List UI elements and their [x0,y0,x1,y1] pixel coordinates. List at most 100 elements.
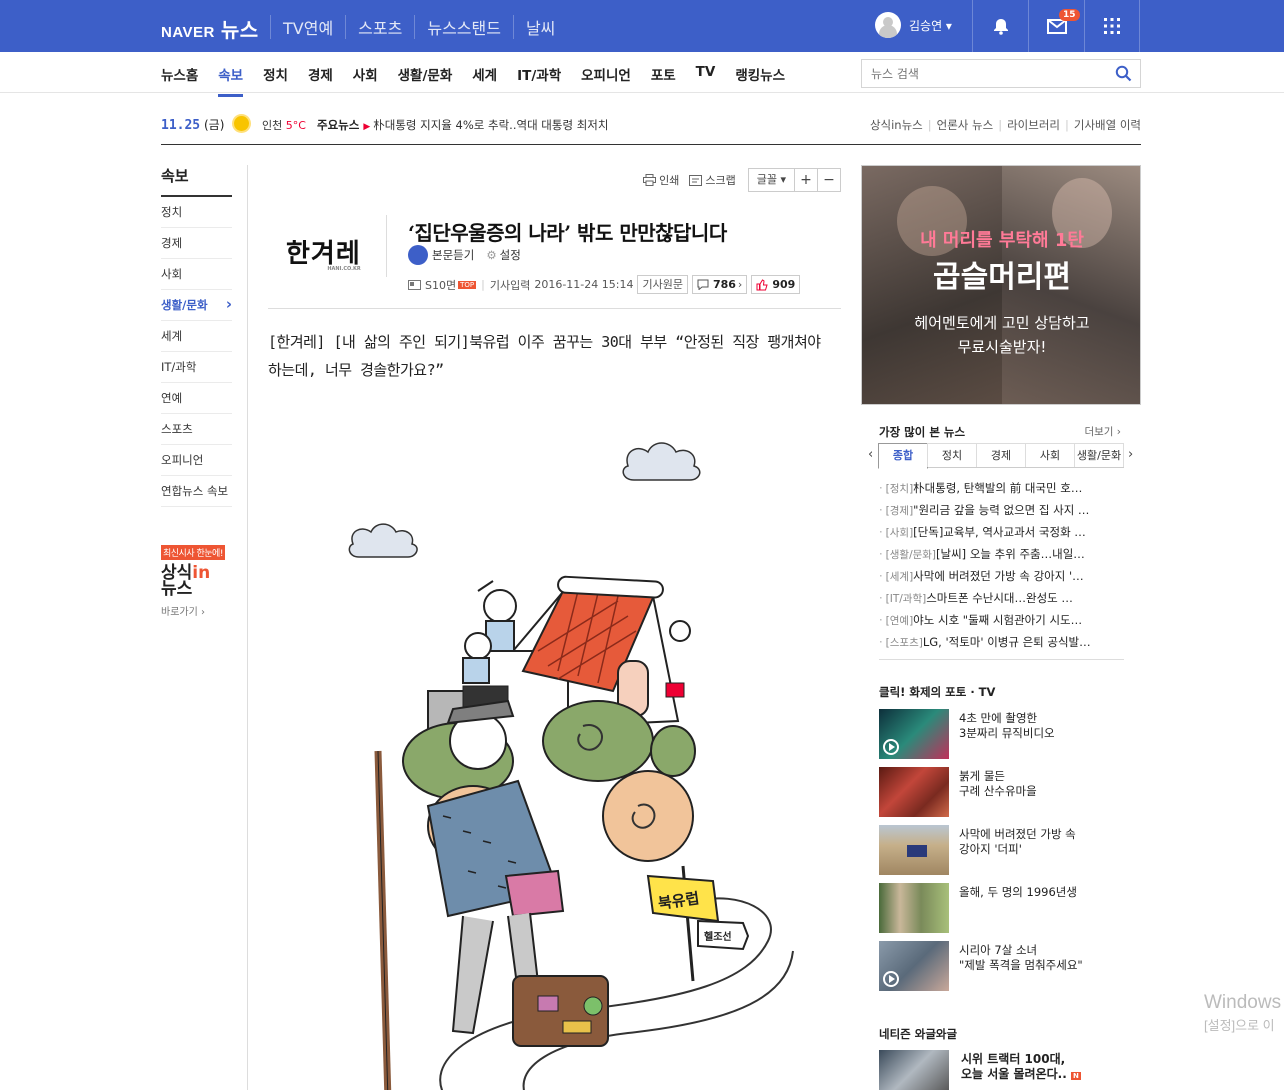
notification-button[interactable] [972,0,1028,52]
list-item[interactable]: 사막에 버려졌던 가방 속 강아지 '더피' [879,825,1124,883]
tab-breaking[interactable]: 속보 [218,64,243,97]
tab-overall[interactable]: 종합 [878,443,928,469]
gear-icon: ⚙ [486,248,497,262]
list-item[interactable]: 붉게 물든 구례 산수유마을 [879,767,1124,825]
tab-politics[interactable]: 정치 [927,443,977,467]
arrow-right-icon: ▶ [363,122,371,132]
list-item[interactable]: 4초 만에 촬영한 3분짜리 뮤직비디오 [879,709,1124,767]
more-link[interactable]: 더보기 › [1084,424,1121,439]
prev-arrow-icon[interactable]: ‹ [868,447,873,462]
tab-economy[interactable]: 경제 [976,443,1026,467]
comment-icon [697,279,709,290]
press-logo[interactable]: 한겨레 HANI.CO.KR [286,233,361,272]
sidebar-item-yonhap[interactable]: 연합뉴스 속보 [161,476,232,507]
link-arrangement-history[interactable]: 기사배열 이력 [1074,118,1141,132]
list-item[interactable]: [세계]사막에 버려졌던 가방 속 강아지 '… [879,565,1124,587]
tab-news-home[interactable]: 뉴스홈 [161,64,198,84]
tab-photo[interactable]: 포토 [651,64,676,84]
link-press-news[interactable]: 언론사 뉴스 [937,118,994,132]
apps-button[interactable] [1084,0,1140,52]
sidebar-item-economy[interactable]: 경제 [161,228,232,259]
list-item[interactable]: [생활/문화][날씨] 오늘 추위 주춤…내일… [879,543,1124,565]
top-nav-weather[interactable]: 날씨 [512,15,567,39]
tab-economy[interactable]: 경제 [308,64,333,84]
mail-button[interactable]: 15 [1028,0,1084,52]
link-library[interactable]: 라이브러리 [1007,118,1060,132]
tab-society[interactable]: 사회 [353,64,378,84]
list-item[interactable]: 시위 트랙터 100대, 오늘 서울 몰려온다.. N [879,1050,1081,1090]
search-input[interactable] [862,60,1102,87]
list-item[interactable]: [연예]야노 시호 "둘째 시험관아기 시도… [879,609,1124,631]
font-select[interactable]: 글꼴 ▾ [747,168,795,192]
list-item[interactable]: [IT/과학]스마트폰 수난시대…완성도 … [879,587,1124,609]
scrap-button[interactable]: 스크랩 [689,172,736,188]
article-header: 한겨레 HANI.CO.KR ‘집단우울증의 나라’ 밖도 만만찮답니다 본문듣기… [268,203,841,309]
audio-controls: 본문듣기 ⚙ 설정 [408,245,521,265]
original-article-button[interactable]: 기사원문 [637,275,688,294]
tab-society[interactable]: 사회 [1025,443,1075,467]
sign-hell-joseon: 헬조선 [704,930,732,943]
common-sense-news-promo[interactable]: 최신시사 한눈에! 상식in 뉴스 바로가기 › [161,545,247,618]
link-common-sense-news[interactable]: 상식in뉴스 [870,118,923,132]
next-arrow-icon[interactable]: › [1128,447,1133,462]
listen-button[interactable]: 본문듣기 [432,247,474,263]
settings-button[interactable]: 설정 [500,247,521,263]
list-item[interactable]: 올해, 두 명의 1996년생 [879,883,1124,941]
sidebar-item-it-science[interactable]: IT/과학 [161,352,232,383]
user-name: 김승연 ▾ [909,18,952,33]
sidebar-item-world[interactable]: 세계 [161,321,232,352]
like-button[interactable]: 909 [751,275,801,294]
sunny-weather-icon [234,116,249,131]
most-viewed-box: 가장 많이 본 뉴스 더보기 › ‹ 종합 정치 경제 사회 생활/문화 › [… [861,424,1141,669]
promo-go-link[interactable]: 바로가기 › [161,603,247,618]
sidebar-item-society[interactable]: 사회 [161,259,232,290]
sidebar-item-sports[interactable]: 스포츠 [161,414,232,445]
play-icon [883,971,899,987]
list-item[interactable]: [정치]朴대통령, 탄핵발의 前 대국민 호… [879,477,1124,499]
font-decrease-button[interactable]: − [817,168,841,192]
page-number: S10면 [425,278,457,292]
tab-ranking[interactable]: 랭킹뉴스 [735,64,785,84]
newspaper-icon [408,279,421,290]
tab-life-culture[interactable]: 생활/문화 [398,64,453,84]
tab-it-science[interactable]: IT/과학 [517,64,561,84]
tab-world[interactable]: 세계 [472,64,497,84]
news-search [861,59,1141,88]
photo-tv-list: 4초 만에 촬영한 3분짜리 뮤직비디오 붉게 물든 구례 산수유마을 사막에 버려… [879,709,1124,999]
play-icon [883,739,899,755]
sidebar-item-entertainment[interactable]: 연예 [161,383,232,414]
user-menu[interactable]: 김승연 ▾ [875,12,952,38]
top-nav: TV연예 스포츠 뉴스스탠드 날씨 [270,15,567,39]
tab-politics[interactable]: 정치 [263,64,288,84]
info-bar: 11.25 (금) 인천 5°C 주요뉴스 ▶ 朴대통령 지지율 4%로 추락..역… [161,93,1141,145]
top-nav-newsstand[interactable]: 뉴스스탠드 [414,15,513,39]
article-title: ‘집단우울증의 나라’ 밖도 만만찮답니다 [408,221,727,245]
top-nav-tv-entertainment[interactable]: TV연예 [270,15,345,39]
comments-button[interactable]: 786 › [691,275,748,294]
input-label: 기사입력 [489,278,531,292]
grid-icon [1104,18,1120,34]
tab-opinion[interactable]: 오피니언 [581,64,631,84]
tab-life-culture[interactable]: 생활/문화 [1074,443,1124,467]
headline-ticker[interactable]: 주요뉴스 ▶ 朴대통령 지지율 4%로 추락..역대 대통령 최저치 [317,117,608,133]
scrap-icon [689,174,703,186]
weather[interactable]: 인천 5°C [262,117,306,133]
search-button[interactable] [1115,65,1132,85]
avatar [875,12,901,38]
new-badge: N [1070,1072,1081,1080]
bell-icon [993,19,1008,35]
top-nav-sports[interactable]: 스포츠 [345,15,414,39]
hair-salon-ad[interactable]: 내 머리를 부탁해 1탄 곱슬머리편 헤어멘토에게 고민 상담하고 무료시술받자! [861,165,1141,405]
naver-news-logo[interactable]: NAVER 뉴스 [161,14,259,43]
list-item[interactable]: 시리아 7살 소녀 "제발 폭격을 멈춰주세요" [879,941,1124,999]
sidebar-item-life-culture[interactable]: 생활/문화 [161,289,232,321]
list-item[interactable]: [스포츠]LG, '적토마' 이병규 은퇴 공식발… [879,631,1124,653]
print-button[interactable]: 인쇄 [643,172,679,188]
tab-tv[interactable]: TV [696,64,716,84]
sidebar-item-opinion[interactable]: 오피니언 [161,445,232,476]
list-item[interactable]: [경제]"원리금 갚을 능력 없으면 집 사지 … [879,499,1124,521]
list-item[interactable]: [사회][단독]교육부, 역사교과서 국정화 … [879,521,1124,543]
divider [386,215,387,277]
sidebar-item-politics[interactable]: 정치 [161,197,232,228]
font-increase-button[interactable]: + [794,168,818,192]
